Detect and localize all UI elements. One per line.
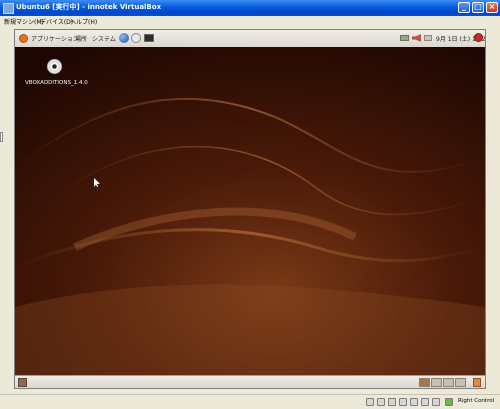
hard-disk-icon[interactable]: [366, 398, 374, 406]
window-title: Ubuntu6 [実行中] - innotek VirtualBox: [16, 3, 162, 11]
desktop-background[interactable]: VBOXADDITIONS_1.4.0: [15, 47, 485, 375]
vrdp-icon[interactable]: [432, 398, 440, 406]
show-desktop-icon[interactable]: [18, 378, 27, 387]
system-menu[interactable]: システム: [92, 34, 116, 43]
maximize-button[interactable]: □: [472, 2, 484, 13]
floppy-icon[interactable]: [388, 398, 396, 406]
menu-machine[interactable]: 新規マシン(M): [4, 17, 44, 26]
terminal-icon[interactable]: [144, 34, 154, 42]
volume-icon[interactable]: [412, 34, 421, 42]
usb-icon[interactable]: [410, 398, 418, 406]
guest-screen[interactable]: アプリケーション 場所 システム 9月 1日 (土) 17:27 VBOXADD…: [14, 29, 486, 389]
close-icon: ×: [488, 2, 496, 11]
menu-help[interactable]: ヘルプ(H): [70, 17, 97, 26]
host-key-label: Right Control: [458, 398, 495, 404]
minimize-icon: _: [462, 2, 466, 11]
applications-menu[interactable]: アプリケーション: [31, 34, 79, 43]
gnome-bottom-panel: [15, 375, 485, 388]
wallpaper-swirl: [15, 47, 485, 375]
workspace-4[interactable]: [455, 378, 466, 387]
places-menu[interactable]: 場所: [75, 34, 87, 43]
network-adapter-icon[interactable]: [399, 398, 407, 406]
cd-drive-icon[interactable]: [47, 59, 62, 74]
evolution-mail-icon[interactable]: [131, 33, 141, 43]
window-title-bar[interactable]: Ubuntu6 [実行中] - innotek VirtualBox _ □ ×: [0, 0, 500, 16]
menu-bar: 新規マシン(M) デバイス(D) ヘルプ(H): [0, 16, 500, 27]
gnome-top-panel: アプリケーション 場所 システム 9月 1日 (土) 17:27: [15, 30, 485, 48]
mail-notify-icon[interactable]: [424, 35, 432, 41]
close-button[interactable]: ×: [486, 2, 498, 13]
menu-devices[interactable]: デバイス(D): [40, 17, 73, 26]
firefox-globe-icon[interactable]: [119, 33, 129, 43]
power-icon[interactable]: [474, 33, 483, 42]
ubuntu-logo-icon[interactable]: [19, 34, 28, 43]
minimize-button[interactable]: _: [458, 2, 470, 13]
workspace-2[interactable]: [431, 378, 442, 387]
cd-rom-icon[interactable]: [377, 398, 385, 406]
shared-folders-icon[interactable]: [421, 398, 429, 406]
trash-icon[interactable]: [473, 378, 481, 387]
cd-drive-label[interactable]: VBOXADDITIONS_1.4.0: [25, 80, 88, 86]
virtualbox-app-icon[interactable]: [3, 3, 14, 14]
maximize-icon: □: [474, 2, 482, 11]
network-icon[interactable]: [400, 35, 409, 41]
workspace-1[interactable]: [419, 378, 430, 387]
window-resize-handle[interactable]: [0, 132, 3, 142]
status-bar: Right Control: [0, 394, 500, 409]
mouse-integration-icon[interactable]: [445, 398, 453, 406]
workspace-3[interactable]: [443, 378, 454, 387]
